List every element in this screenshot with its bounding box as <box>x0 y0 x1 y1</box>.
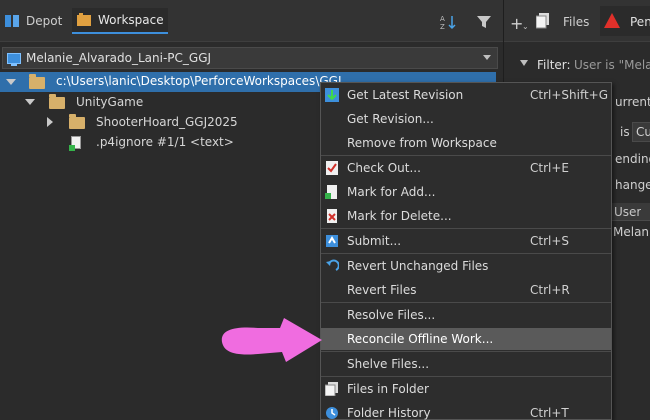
menu-files-in-folder[interactable]: Files in Folder <box>321 378 611 400</box>
menu-get-latest-revision[interactable]: Get Latest Revision Ctrl+Shift+G <box>321 84 611 106</box>
menu-label: Revert Files <box>347 283 417 297</box>
tab-depot[interactable]: Depot <box>0 8 66 34</box>
menu-shortcut: Ctrl+T <box>530 406 569 420</box>
history-icon <box>325 406 339 420</box>
menu-separator <box>321 228 611 229</box>
tree-label-root: c:\Users\lanic\Desktop\PerforceWorkspace… <box>56 74 342 88</box>
menu-separator <box>321 253 611 254</box>
menu-label: Revert Unchanged Files <box>347 259 489 273</box>
annotation-arrow <box>221 318 322 362</box>
svg-text:Z: Z <box>440 23 445 31</box>
menu-separator <box>321 376 611 377</box>
text-file-icon <box>69 136 81 151</box>
menu-shelve-files[interactable]: Shelve Files... <box>321 353 611 375</box>
left-tab-bar: Depot Workspace AZ <box>0 0 503 42</box>
chevron-down-icon: ⌄ <box>522 22 529 31</box>
submit-icon <box>325 234 339 248</box>
tab-workspace[interactable]: Workspace <box>72 8 168 34</box>
mark-add-icon <box>325 185 339 199</box>
menu-resolve-files[interactable]: Resolve Files... <box>321 304 611 326</box>
mark-delete-icon <box>325 209 339 223</box>
is-label: is <box>620 125 630 139</box>
revert-icon <box>325 259 340 273</box>
tree-label-shooterhoard: ShooterHoard_GGJ2025 <box>96 115 238 129</box>
tree-row-p4ignore[interactable]: .p4ignore #1/1 <text> <box>0 132 320 152</box>
menu-label: Mark for Add... <box>347 185 436 199</box>
files-icon <box>535 13 550 32</box>
context-menu: Get Latest Revision Ctrl+Shift+G Get Rev… <box>320 82 612 420</box>
folder-icon <box>29 74 45 89</box>
menu-label: Resolve Files... <box>347 308 436 322</box>
menu-label: Shelve Files... <box>347 357 430 371</box>
pending-label: ending <box>615 152 650 166</box>
chevron-down-icon <box>483 55 491 60</box>
menu-separator <box>321 351 611 352</box>
menu-label: Reconcile Offline Work... <box>347 332 494 346</box>
menu-mark-for-delete[interactable]: Mark for Delete... <box>321 205 611 227</box>
menu-submit[interactable]: Submit... Ctrl+S <box>321 230 611 252</box>
tab-files[interactable]: Files <box>563 15 589 29</box>
menu-remove-from-workspace[interactable]: Remove from Workspace <box>321 132 611 154</box>
sort-button[interactable]: AZ <box>436 12 462 34</box>
menu-revert-unchanged-files[interactable]: Revert Unchanged Files <box>321 255 611 277</box>
current-user-label: urrent U <box>615 95 650 109</box>
menu-label: Mark for Delete... <box>347 209 452 223</box>
user-combo[interactable]: Cu <box>632 122 650 142</box>
workspace-icon <box>76 12 92 28</box>
filter-icon <box>476 14 492 33</box>
menu-shortcut: Ctrl+Shift+G <box>530 88 609 102</box>
workspace-dropdown-value: Melanie_Alvarado_Lani-PC_GGJ <box>26 51 212 65</box>
sort-az-icon: AZ <box>438 13 460 34</box>
menu-reconcile-offline-work[interactable]: Reconcile Offline Work... <box>321 328 611 350</box>
menu-separator <box>321 302 611 303</box>
menu-label: Files in Folder <box>347 382 429 396</box>
files-icon <box>324 382 339 397</box>
tree-row-shooterhoard[interactable]: ShooterHoard_GGJ2025 <box>0 112 320 132</box>
get-latest-icon <box>325 88 339 102</box>
menu-folder-history[interactable]: Folder History Ctrl+T <box>321 402 611 420</box>
check-out-icon <box>325 161 339 175</box>
user-column-label: User <box>614 205 642 219</box>
collapse-arrow-icon <box>47 117 53 127</box>
menu-label: Folder History <box>347 406 431 420</box>
filter-expand-icon[interactable] <box>520 60 528 66</box>
tree-label-p4ignore: .p4ignore #1/1 <text> <box>96 135 234 149</box>
tree-label-unitygame: UnityGame <box>76 95 144 109</box>
filter-label: Filter: <box>537 58 571 72</box>
expand-arrow-icon <box>25 99 35 105</box>
menu-shortcut: Ctrl+R <box>530 283 570 297</box>
pending-icon <box>604 13 620 31</box>
changelist-label: hangeli <box>615 178 650 192</box>
user-combo-value: Cu <box>636 125 650 139</box>
filter-button[interactable] <box>472 12 496 34</box>
computer-icon <box>7 52 21 66</box>
menu-label: Submit... <box>347 234 402 248</box>
menu-separator <box>321 155 611 156</box>
tab-pending[interactable]: Pen <box>630 15 650 29</box>
menu-mark-for-add[interactable]: Mark for Add... <box>321 181 611 203</box>
expand-arrow-icon <box>6 79 16 85</box>
folder-icon <box>49 94 65 109</box>
menu-label: Remove from Workspace <box>347 136 497 150</box>
svg-text:A: A <box>440 15 445 23</box>
folder-icon <box>69 114 85 129</box>
menu-label: Check Out... <box>347 161 421 175</box>
right-tab-bar: + ⌄ Files Pen <box>504 0 650 42</box>
menu-revert-files[interactable]: Revert Files Ctrl+R <box>321 279 611 301</box>
tree-row-unitygame[interactable]: UnityGame <box>0 92 320 112</box>
tab-workspace-label: Workspace <box>98 13 164 27</box>
workspace-dropdown[interactable]: Melanie_Alvarado_Lani-PC_GGJ <box>2 47 498 69</box>
menu-label: Get Revision... <box>347 112 434 126</box>
menu-label: Get Latest Revision <box>347 88 464 102</box>
menu-shortcut: Ctrl+S <box>530 234 570 248</box>
depot-icon <box>4 13 20 29</box>
menu-shortcut: Ctrl+E <box>530 161 569 175</box>
tab-depot-label: Depot <box>26 14 63 28</box>
user-cell[interactable]: Melanie <box>613 225 650 239</box>
menu-get-revision[interactable]: Get Revision... <box>321 108 611 130</box>
user-column-header[interactable]: User <box>610 203 650 221</box>
menu-check-out[interactable]: Check Out... Ctrl+E <box>321 157 611 179</box>
filter-value: User is "Melani <box>574 58 650 72</box>
